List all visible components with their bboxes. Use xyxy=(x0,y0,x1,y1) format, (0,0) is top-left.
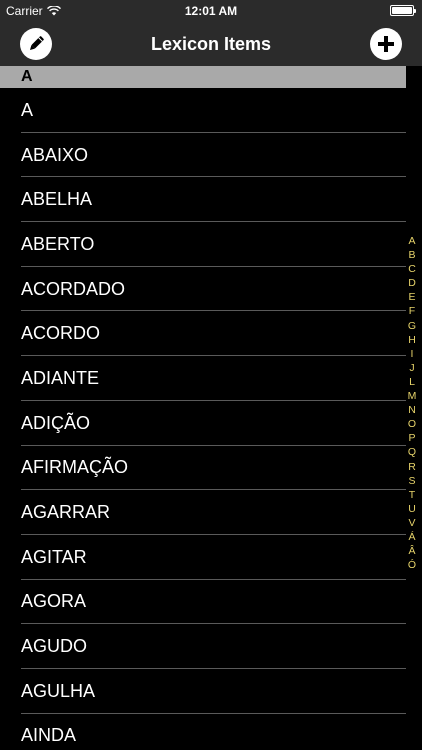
index-letter[interactable]: G xyxy=(405,319,419,333)
item-label: ADIANTE xyxy=(21,367,100,388)
list-item[interactable]: ADIANTE xyxy=(0,356,406,401)
plus-icon xyxy=(378,36,394,52)
list-item[interactable]: AFIRMAÇÃO xyxy=(0,446,406,491)
item-label: ABERTO xyxy=(21,233,95,254)
add-item-button[interactable] xyxy=(370,28,402,60)
item-label: ADIÇÃO xyxy=(21,412,91,433)
index-letter[interactable]: J xyxy=(405,361,419,375)
index-letter[interactable]: V xyxy=(405,516,419,530)
item-label: AGORA xyxy=(21,591,87,612)
index-letter[interactable]: C xyxy=(405,262,419,276)
index-letter[interactable]: F xyxy=(405,304,419,318)
item-label: AFIRMAÇÃO xyxy=(21,457,129,478)
index-letter[interactable]: S xyxy=(405,474,419,488)
list-item[interactable]: ACORDADO xyxy=(0,267,406,312)
status-bar: Carrier 12:01 AM xyxy=(0,0,422,22)
item-label: AINDA xyxy=(21,725,77,746)
index-letter[interactable]: L xyxy=(405,375,419,389)
index-letter[interactable]: R xyxy=(405,460,419,474)
navigation-bar: Lexicon Items xyxy=(0,22,422,66)
index-letter[interactable]: M xyxy=(405,389,419,403)
item-label: AGULHA xyxy=(21,680,96,701)
list-item[interactable]: AGARRAR xyxy=(0,490,406,535)
item-label: ABAIXO xyxy=(21,144,89,165)
index-letter[interactable]: T xyxy=(405,488,419,502)
list-item[interactable]: ABERTO xyxy=(0,222,406,267)
index-letter[interactable]: I xyxy=(405,347,419,361)
index-letter[interactable]: N xyxy=(405,403,419,417)
section-header: A xyxy=(0,66,406,88)
lexicon-list: A ABAIXO ABELHA ABERTO ACORDADO ACORDO A… xyxy=(0,88,406,750)
item-label: ACORDO xyxy=(21,323,101,344)
list-item[interactable]: ABAIXO xyxy=(0,133,406,178)
index-letter[interactable]: A xyxy=(405,234,419,248)
list-item[interactable]: AGITAR xyxy=(0,535,406,580)
list-item[interactable]: AGULHA xyxy=(0,669,406,714)
item-label: AGUDO xyxy=(21,636,88,657)
item-label: A xyxy=(21,99,34,120)
item-label: ACORDADO xyxy=(21,278,126,299)
index-letter[interactable]: D xyxy=(405,276,419,290)
battery-fill xyxy=(392,7,412,14)
item-label: ABELHA xyxy=(21,189,93,210)
index-letter[interactable]: E xyxy=(405,290,419,304)
item-label: AGITAR xyxy=(21,546,87,567)
page-title: Lexicon Items xyxy=(150,34,272,54)
index-letter[interactable]: Q xyxy=(405,445,419,459)
list-item[interactable]: AGORA xyxy=(0,580,406,625)
item-label: AGARRAR xyxy=(21,502,111,523)
list-item[interactable]: A xyxy=(0,88,406,133)
index-letter[interactable]: H xyxy=(405,333,419,347)
index-letter[interactable]: P xyxy=(405,431,419,445)
section-index-bar[interactable]: A B C D E F G H I J L M N O P Q R S T U … xyxy=(405,234,419,572)
index-letter[interactable]: Â xyxy=(405,544,419,558)
list-item[interactable]: ADIÇÃO xyxy=(0,401,406,446)
list-item[interactable]: AINDA xyxy=(0,714,406,750)
index-letter[interactable]: Ó xyxy=(405,558,419,572)
list-item[interactable]: ACORDO xyxy=(0,311,406,356)
index-letter[interactable]: O xyxy=(405,417,419,431)
status-time: 12:01 AM xyxy=(184,4,238,18)
index-letter[interactable]: Á xyxy=(405,530,419,544)
list-item[interactable]: ABELHA xyxy=(0,177,406,222)
index-letter[interactable]: U xyxy=(405,502,419,516)
list-item[interactable]: AGUDO xyxy=(0,624,406,669)
index-letter[interactable]: B xyxy=(405,248,419,262)
battery-icon xyxy=(390,5,416,16)
